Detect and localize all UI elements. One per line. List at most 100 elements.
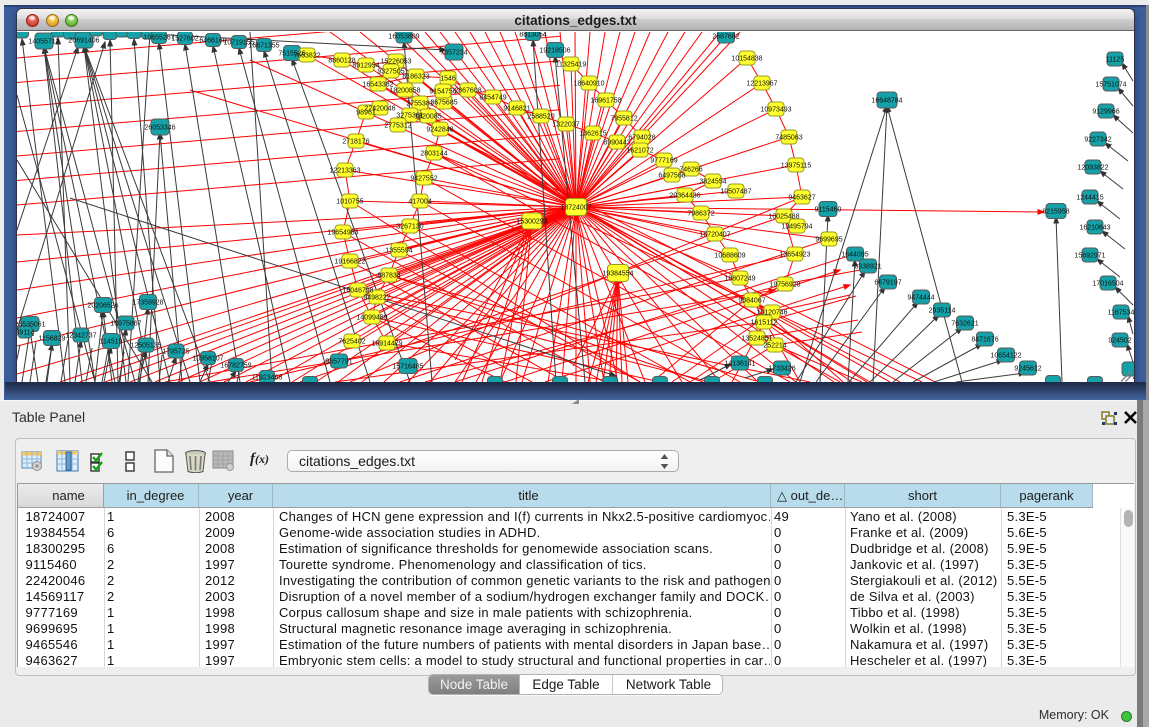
svg-text:14099489: 14099489 — [356, 315, 387, 322]
svg-text:9777169: 9777169 — [650, 158, 677, 165]
svg-text:1156829: 1156829 — [39, 336, 66, 343]
svg-text:10654122: 10654122 — [990, 353, 1021, 360]
svg-text:15716485: 15716485 — [392, 364, 423, 371]
svg-text:7955812: 7955812 — [610, 116, 637, 123]
svg-text:1615112: 1615112 — [751, 320, 778, 327]
svg-text:9242848: 9242848 — [426, 127, 453, 134]
svg-text:13524851: 13524851 — [741, 336, 772, 343]
svg-text:10507487: 10507487 — [720, 189, 751, 196]
svg-text:8215958: 8215958 — [1042, 209, 1069, 216]
svg-text:9245612: 9245612 — [1014, 366, 1041, 373]
svg-text:15300293: 15300293 — [516, 219, 547, 226]
svg-text:746266: 746266 — [679, 167, 702, 174]
svg-text:15720407: 15720407 — [699, 232, 730, 239]
svg-text:2755381: 2755381 — [406, 101, 433, 108]
svg-text:14136141: 14136141 — [724, 361, 755, 368]
svg-text:9657791: 9657791 — [325, 359, 352, 366]
svg-text:9227342: 9227342 — [1084, 137, 1111, 144]
svg-text:10973493: 10973493 — [760, 107, 791, 114]
svg-text:6679197: 6679197 — [874, 280, 901, 287]
svg-text:19756928: 19756928 — [769, 282, 800, 289]
svg-text:9115460: 9115460 — [815, 207, 842, 214]
svg-text:3824554: 3824554 — [699, 179, 726, 186]
svg-text:9699695: 9699695 — [815, 237, 842, 244]
svg-text:16648784: 16648784 — [871, 98, 902, 105]
svg-text:1167534: 1167534 — [1108, 310, 1134, 317]
svg-text:15751074: 15751074 — [1095, 82, 1126, 89]
svg-text:924502: 924502 — [1108, 338, 1131, 345]
svg-text:26535061: 26535061 — [17, 322, 46, 329]
svg-text:16671355: 16671355 — [248, 43, 279, 50]
svg-text:7625402: 7625402 — [338, 339, 365, 346]
svg-text:887834: 887834 — [377, 273, 400, 280]
svg-text:1733426: 1733426 — [768, 366, 795, 373]
svg-text:8813054: 8813054 — [519, 32, 546, 39]
svg-text:3267130: 3267130 — [396, 224, 423, 231]
svg-text:8990443: 8990443 — [603, 140, 630, 147]
svg-text:18640910: 18640910 — [573, 81, 604, 88]
svg-text:2775312: 2775312 — [384, 123, 411, 130]
svg-text:9327505: 9327505 — [377, 69, 404, 76]
svg-text:9474444: 9474444 — [907, 295, 934, 302]
svg-text:11923468: 11923468 — [252, 375, 283, 382]
svg-text:1621072: 1621072 — [626, 148, 653, 155]
svg-text:19654983: 19654983 — [327, 230, 358, 237]
svg-text:114519: 114519 — [100, 339, 123, 346]
svg-text:17359928: 17359928 — [132, 300, 163, 307]
svg-text:1010755: 1010755 — [336, 199, 363, 206]
svg-text:9427552: 9427552 — [410, 176, 437, 183]
svg-text:1795725: 1795725 — [162, 349, 189, 356]
svg-text:98961: 98961 — [356, 110, 376, 117]
svg-text:7485063: 7485063 — [775, 135, 802, 142]
svg-text:11125: 11125 — [1106, 57, 1125, 64]
svg-text:2718176: 2718176 — [342, 139, 369, 146]
svg-text:10655267: 10655267 — [143, 35, 174, 42]
svg-text:9146821: 9146821 — [503, 106, 530, 113]
svg-text:16782759: 16782759 — [220, 363, 251, 370]
svg-text:1362615: 1362615 — [579, 131, 606, 138]
svg-text:9154756: 9154756 — [429, 89, 456, 96]
svg-text:7632621: 7632621 — [951, 321, 978, 328]
svg-text:8454749: 8454749 — [479, 95, 506, 102]
svg-text:12093822: 12093822 — [1077, 165, 1108, 172]
svg-text:12213363: 12213363 — [329, 168, 360, 175]
svg-text:9129966: 9129966 — [1092, 109, 1119, 116]
svg-text:12342737: 12342737 — [65, 333, 96, 340]
svg-text:11325419: 11325419 — [556, 62, 587, 69]
svg-text:8938921: 8938921 — [854, 264, 881, 271]
svg-text:16120746: 16120746 — [756, 310, 787, 317]
svg-text:13495794: 13495794 — [781, 224, 812, 231]
svg-text:19166822: 19166822 — [334, 259, 365, 266]
svg-text:2867608: 2867608 — [454, 88, 481, 95]
svg-text:16914479: 16914479 — [371, 341, 402, 348]
svg-text:18724007: 18724007 — [560, 205, 591, 212]
svg-text:8186323: 8186323 — [402, 74, 429, 81]
svg-text:1322037: 1322037 — [552, 122, 579, 129]
svg-text:3675685: 3675685 — [430, 100, 457, 107]
svg-text:2935114: 2935114 — [929, 308, 956, 315]
svg-text:1820085: 1820085 — [414, 114, 441, 121]
svg-text:20206526: 20206526 — [87, 303, 118, 310]
svg-text:16210643: 16210643 — [1079, 225, 1110, 232]
svg-text:7986372: 7986372 — [687, 211, 714, 218]
svg-text:1546: 1546 — [440, 76, 456, 83]
svg-text:6794028: 6794028 — [628, 135, 655, 142]
svg-text:10975867: 10975867 — [110, 321, 141, 328]
svg-text:26053346: 26053346 — [144, 125, 175, 132]
svg-text:2588520: 2588520 — [527, 114, 554, 121]
svg-text:18807249: 18807249 — [724, 276, 755, 283]
svg-text:16053809: 16053809 — [388, 34, 419, 41]
svg-text:9463627: 9463627 — [788, 195, 815, 202]
svg-text:8471676: 8471676 — [971, 337, 998, 344]
svg-text:16046798: 16046798 — [342, 288, 373, 295]
svg-text:15226053: 15226053 — [380, 59, 411, 66]
svg-text:417004: 417004 — [408, 199, 431, 206]
svg-text:6497568: 6497568 — [658, 173, 685, 180]
svg-text:13975115: 13975115 — [781, 163, 812, 170]
svg-text:1244415: 1244415 — [1076, 195, 1103, 202]
svg-text:17016504: 17016504 — [1092, 281, 1123, 288]
svg-text:13654923: 13654923 — [779, 252, 810, 259]
svg-text:18200858: 18200858 — [389, 88, 420, 95]
svg-text:1527602: 1527602 — [171, 36, 198, 43]
svg-text:7663822: 7663822 — [293, 53, 320, 60]
